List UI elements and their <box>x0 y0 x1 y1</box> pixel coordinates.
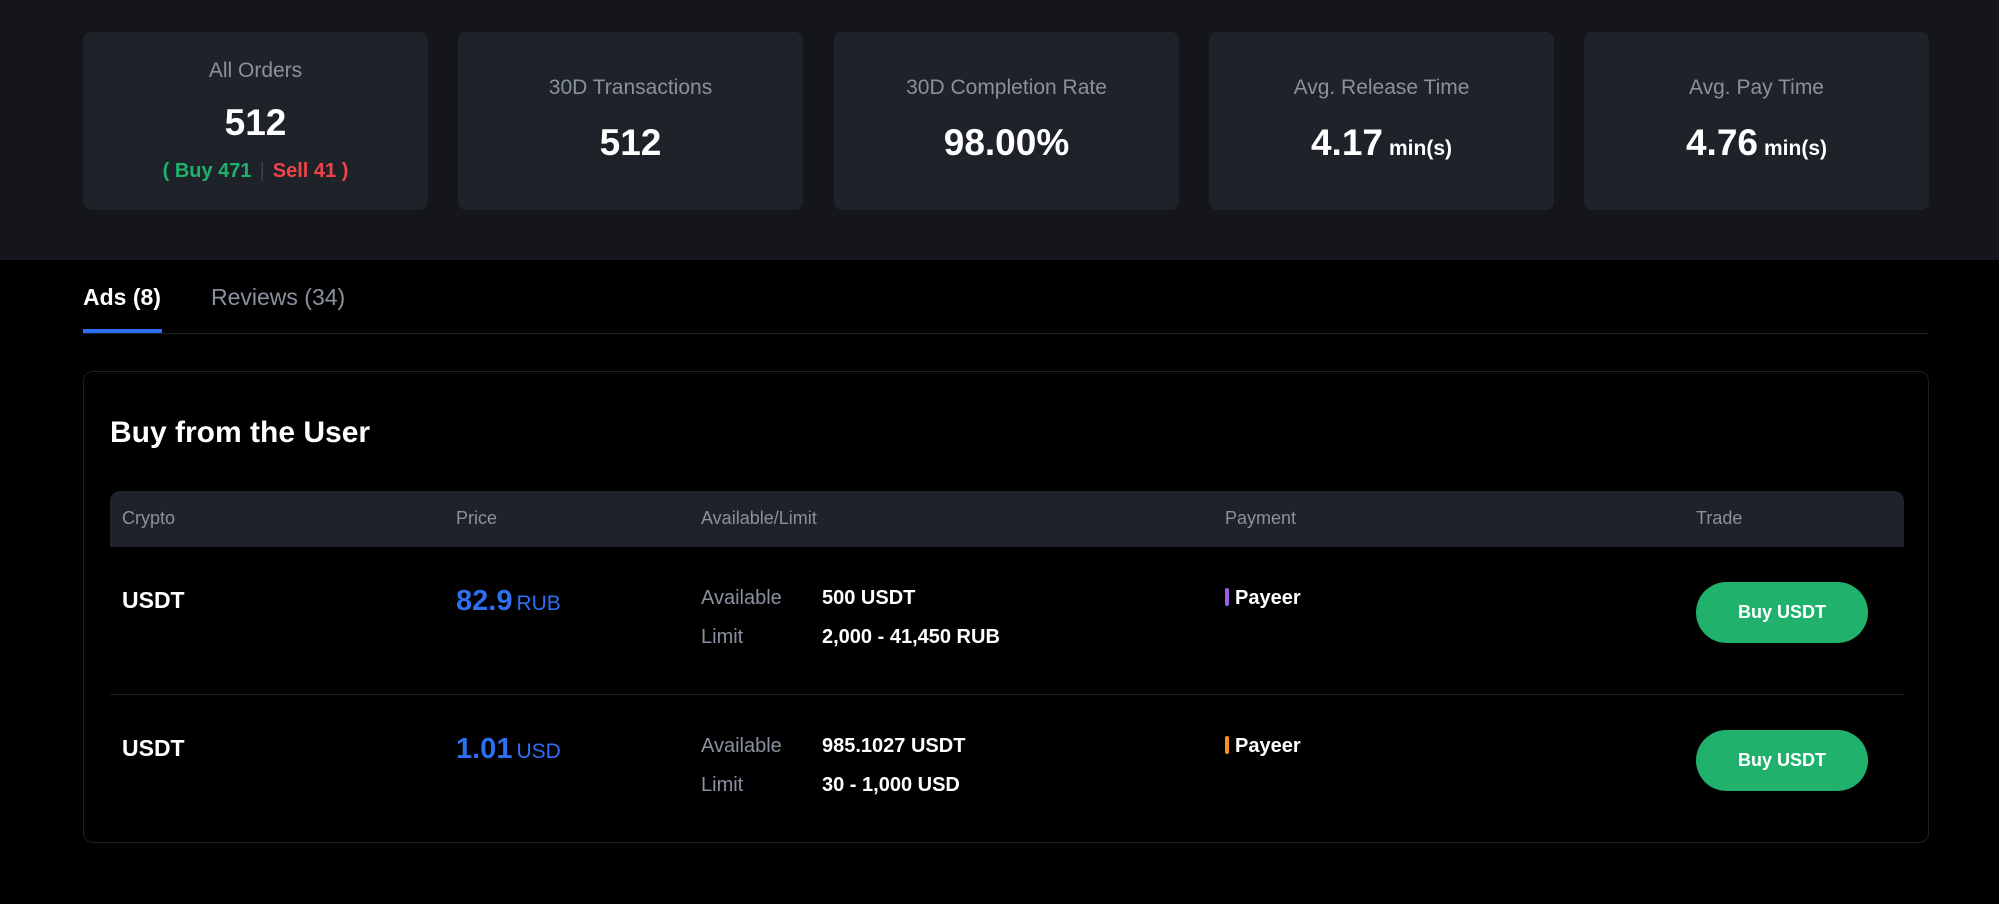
stat-label: 30D Transactions <box>548 76 713 99</box>
payment-color-bar <box>1225 588 1229 606</box>
limit-value: 30 - 1,000 USD <box>822 774 960 796</box>
orders-breakdown-close: ) <box>341 160 349 182</box>
limit-label: Limit <box>701 626 744 648</box>
tab-reviews[interactable]: Reviews (34) <box>211 284 345 311</box>
payment-name: Payeer <box>1235 587 1301 609</box>
column-header-price: Price <box>456 508 498 528</box>
panel-title: Buy from the User <box>110 416 371 449</box>
stat-label: Avg. Pay Time <box>1688 76 1824 99</box>
available-value: 500 USDT <box>822 587 916 609</box>
payment-color-bar <box>1225 736 1229 754</box>
price-value: 82.9 <box>456 585 513 617</box>
table-row: USDT 82.9 RUB Available 500 USDT Limit 2,… <box>110 547 1904 695</box>
tab-ads[interactable]: Ads (8) <box>83 284 161 311</box>
stat-card-avg-release-time: Avg. Release Time 4.17 min(s) <box>1209 32 1554 210</box>
table-row: USDT 1.01 USD Available 985.1027 USDT Lim… <box>110 695 1904 843</box>
available-label: Available <box>701 587 782 609</box>
crypto-name: USDT <box>122 735 185 761</box>
sell-count: Sell 41 <box>272 160 337 182</box>
stat-value: 98.00% <box>943 122 1070 163</box>
payment-method: Payeer <box>1225 587 1301 610</box>
price: 82.9 RUB <box>456 585 561 618</box>
price-currency: RUB <box>516 592 561 615</box>
stat-value-group: 4.76 min(s) <box>1584 122 1929 164</box>
stat-card-all-orders: All Orders 512 ( Buy 471 | Sell 41 ) <box>83 32 428 210</box>
buy-usdt-button[interactable]: Buy USDT <box>1696 730 1868 791</box>
table-header: Crypto Price Available/Limit Payment Tra… <box>110 491 1904 547</box>
divider: | <box>259 160 265 182</box>
stat-card-avg-pay-time: Avg. Pay Time 4.76 min(s) <box>1584 32 1929 210</box>
limit-value: 2,000 - 41,450 RUB <box>822 626 1000 648</box>
crypto-name: USDT <box>122 587 185 613</box>
stat-label: All Orders <box>208 59 303 82</box>
tab-bar: Ads (8) Reviews (34) <box>83 260 1929 334</box>
stat-label: Avg. Release Time <box>1293 76 1470 99</box>
stat-unit: min(s) <box>1389 137 1452 160</box>
available-label: Available <box>701 735 782 757</box>
ads-panel: Buy from the User Crypto Price Available… <box>83 371 1929 843</box>
stat-card-30d-transactions: 30D Transactions 512 <box>458 32 803 210</box>
buy-usdt-button[interactable]: Buy USDT <box>1696 582 1868 643</box>
stat-value-group: 4.17 min(s) <box>1209 122 1554 164</box>
payment-method: Payeer <box>1225 735 1301 758</box>
payment-name: Payeer <box>1235 735 1301 757</box>
stat-value: 512 <box>599 122 662 163</box>
price-currency: USD <box>516 740 561 763</box>
buy-count: Buy 471 <box>174 160 252 182</box>
orders-breakdown: ( Buy 471 | Sell 41 ) <box>83 160 428 183</box>
stat-value: 4.17 <box>1310 122 1383 163</box>
price: 1.01 USD <box>456 733 561 766</box>
stat-value: 4.76 <box>1685 122 1758 163</box>
stat-value: 512 <box>224 102 287 143</box>
available-value: 985.1027 USDT <box>822 735 966 757</box>
stat-unit: min(s) <box>1764 137 1827 160</box>
active-tab-indicator <box>83 329 162 333</box>
column-header-payment: Payment <box>1225 508 1297 528</box>
stats-band: All Orders 512 ( Buy 471 | Sell 41 ) 30D T… <box>0 0 1999 260</box>
stat-card-completion-rate: 30D Completion Rate 98.00% <box>834 32 1179 210</box>
column-header-crypto: Crypto <box>122 508 176 528</box>
stat-label: 30D Completion Rate <box>906 76 1107 99</box>
column-header-available-limit: Available/Limit <box>701 508 817 528</box>
column-header-trade: Trade <box>1696 508 1743 528</box>
orders-breakdown-open: ( <box>162 160 170 182</box>
limit-label: Limit <box>701 774 744 796</box>
price-value: 1.01 <box>456 733 513 765</box>
